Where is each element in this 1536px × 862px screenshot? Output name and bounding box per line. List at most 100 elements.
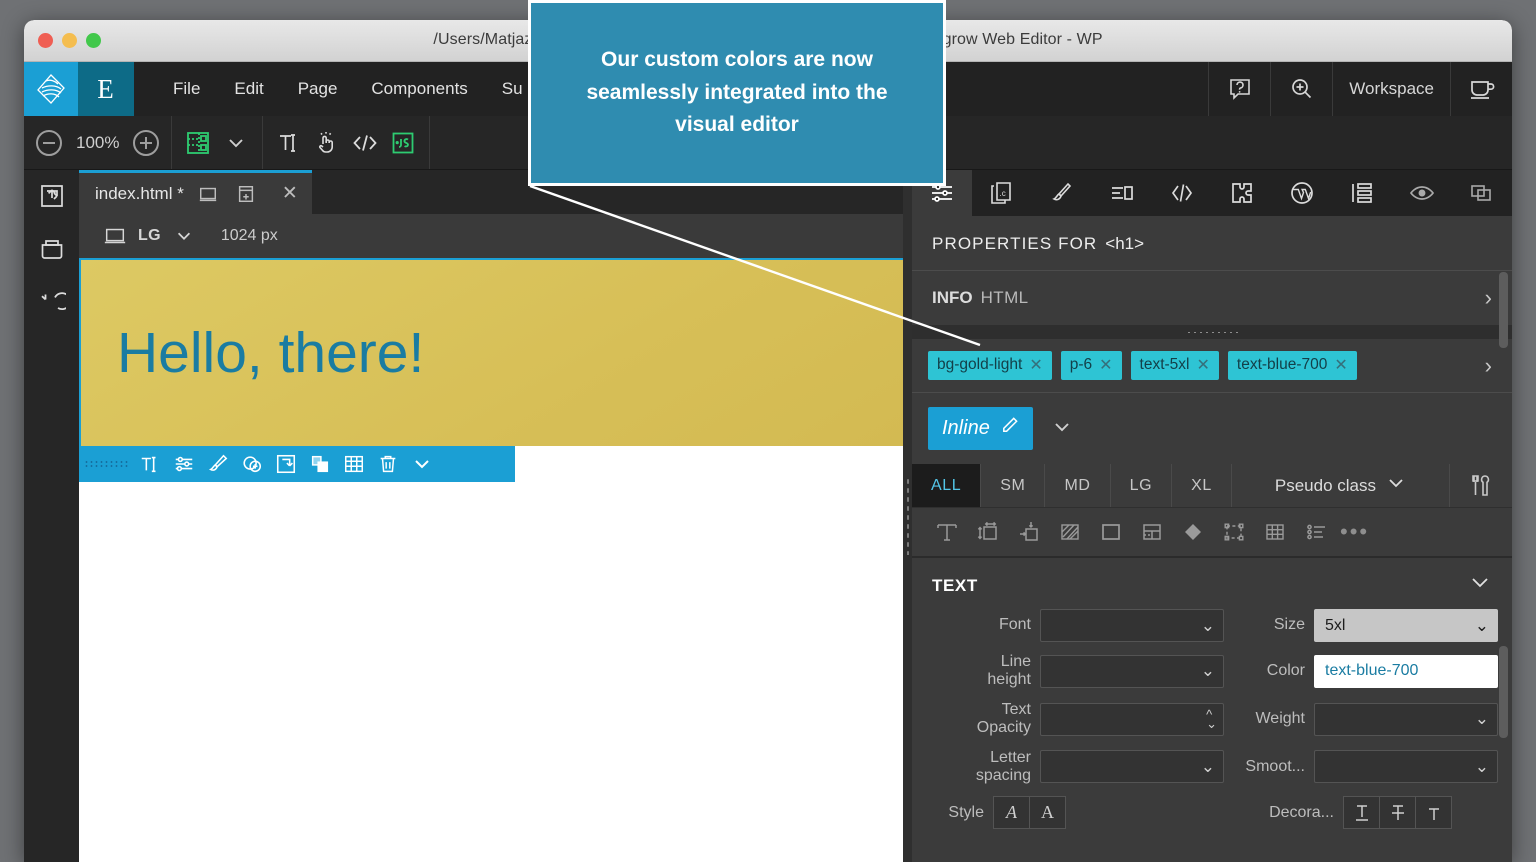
background-icon[interactable]	[1049, 516, 1090, 548]
inline-style-button[interactable]: Inline	[928, 407, 1033, 450]
paint-brush-icon[interactable]	[201, 446, 235, 482]
color-input[interactable]: text-blue-700	[1314, 654, 1498, 688]
letter-spacing-select[interactable]: ⌄	[1040, 750, 1224, 784]
grid-icon[interactable]	[1254, 516, 1295, 548]
tab-attributes[interactable]	[1092, 170, 1152, 216]
hand-tap-icon[interactable]	[313, 129, 341, 157]
size-select[interactable]: 5xl ⌄	[1314, 609, 1498, 642]
chevron-down-icon[interactable]	[1051, 418, 1073, 440]
tab-wordpress[interactable]	[1272, 170, 1332, 216]
bp-tab-md[interactable]: MD	[1045, 464, 1111, 507]
chevron-down-icon[interactable]	[1468, 574, 1492, 597]
pseudo-class-selector[interactable]: Pseudo class	[1232, 464, 1450, 507]
selected-h1-block[interactable]: Hello, there!	[79, 258, 912, 446]
drag-grip-icon[interactable]	[79, 446, 133, 482]
tab-visibility[interactable]	[1392, 170, 1452, 216]
chevron-down-icon[interactable]	[170, 222, 198, 250]
minus-circle-icon[interactable]	[36, 129, 62, 156]
tab-brush-style[interactable]	[1032, 170, 1092, 216]
normal-button[interactable]: A	[1029, 796, 1066, 830]
smoothing-select[interactable]: ⌄	[1314, 750, 1498, 784]
undo-arrow-icon[interactable]	[38, 290, 66, 318]
bp-tab-all[interactable]: ALL	[912, 464, 982, 507]
breakpoint-name[interactable]: LG	[138, 227, 161, 245]
font-select[interactable]: ⌄	[1040, 609, 1224, 642]
new-window-icon[interactable]	[232, 180, 260, 208]
chevron-down-icon[interactable]	[1386, 475, 1406, 496]
pencil-icon[interactable]	[1000, 416, 1019, 441]
menu-file[interactable]: File	[156, 62, 217, 116]
file-tab-index-html[interactable]: index.html * ✕	[79, 170, 312, 214]
bp-tab-sm[interactable]: SM	[981, 464, 1046, 507]
bp-tab-xl[interactable]: XL	[1172, 464, 1232, 507]
page-heading[interactable]: Hello, there!	[81, 324, 424, 382]
properties-scrollbar-bottom[interactable]	[1499, 646, 1508, 738]
list-icon[interactable]	[1295, 516, 1336, 548]
text-cursor-icon[interactable]	[275, 129, 303, 157]
close-icon[interactable]: ✕	[270, 182, 298, 205]
chevron-right-icon[interactable]: ›	[1485, 354, 1498, 377]
coffee-cup-icon[interactable]	[1450, 62, 1512, 116]
layout-icon[interactable]	[1131, 516, 1172, 548]
close-icon[interactable]: ✕	[1197, 355, 1210, 375]
overline-button[interactable]	[1415, 796, 1452, 830]
move-into-icon[interactable]	[269, 446, 303, 482]
chevron-right-icon[interactable]: ›	[1485, 287, 1492, 309]
stepper-arrows-icon[interactable]: ^ ⌄	[1206, 708, 1217, 731]
class-chip[interactable]: p-6 ✕	[1060, 351, 1122, 380]
border-icon[interactable]	[1090, 516, 1131, 548]
properties-sliders-icon[interactable]	[167, 446, 201, 482]
sizing-icon[interactable]	[967, 516, 1008, 548]
js-script-icon[interactable]	[389, 129, 417, 157]
section-drag-strip[interactable]	[912, 325, 1512, 339]
duplicate-icon[interactable]	[303, 446, 337, 482]
class-chip[interactable]: text-blue-700 ✕	[1227, 351, 1357, 380]
wrench-tools-icon[interactable]	[1450, 464, 1512, 507]
spacing-icon[interactable]	[1008, 516, 1049, 548]
grid-table-icon[interactable]	[337, 446, 371, 482]
transform-icon[interactable]	[1213, 516, 1254, 548]
code-brackets-icon[interactable]	[351, 129, 379, 157]
open-in-frame-icon[interactable]	[38, 182, 66, 210]
strikethrough-button[interactable]	[1379, 796, 1416, 830]
plus-circle-icon[interactable]	[133, 129, 160, 156]
info-row[interactable]: INFO HTML ›	[912, 271, 1512, 325]
more-dots-icon[interactable]: •••	[1336, 519, 1369, 545]
menu-edit[interactable]: Edit	[217, 62, 280, 116]
tab-plugins[interactable]	[1212, 170, 1272, 216]
close-icon[interactable]: ✕	[1099, 355, 1112, 375]
effects-icon[interactable]	[1172, 516, 1213, 548]
trash-icon[interactable]	[371, 446, 405, 482]
archive-box-icon[interactable]	[38, 236, 66, 264]
text-edit-icon[interactable]	[133, 446, 167, 482]
weight-select[interactable]: ⌄	[1314, 702, 1498, 736]
help-bubble-icon[interactable]	[1208, 62, 1270, 116]
underline-button[interactable]	[1343, 796, 1380, 830]
menu-components[interactable]: Components	[354, 62, 484, 116]
tab-css-file[interactable]: .c	[972, 170, 1032, 216]
text-section-header[interactable]: TEXT	[912, 558, 1512, 609]
responsive-frame-icon[interactable]	[184, 129, 212, 157]
close-icon[interactable]: ✕	[1334, 355, 1347, 375]
add-element-icon[interactable]	[235, 446, 269, 482]
italic-button[interactable]: A	[993, 796, 1030, 830]
workspace-button[interactable]: Workspace	[1332, 62, 1450, 116]
line-height-select[interactable]: ⌄	[1040, 654, 1224, 688]
tab-code[interactable]	[1152, 170, 1212, 216]
chevron-down-icon[interactable]	[222, 129, 250, 157]
page-canvas[interactable]: Hello, there!	[79, 258, 912, 862]
tab-page-structure[interactable]	[1332, 170, 1392, 216]
menu-page[interactable]: Page	[281, 62, 355, 116]
class-chip[interactable]: bg-gold-light ✕	[928, 351, 1052, 380]
close-icon[interactable]: ✕	[1029, 355, 1042, 375]
text-opacity-stepper[interactable]: ^ ⌄	[1040, 702, 1224, 736]
class-chip[interactable]: text-5xl ✕	[1130, 351, 1219, 380]
editor-mode-badge[interactable]: E	[78, 62, 134, 116]
tab-duplicate-panel[interactable]	[1452, 170, 1512, 216]
panel-resize-handle[interactable]	[903, 170, 912, 862]
properties-scrollbar-top[interactable]	[1499, 272, 1508, 348]
chevron-down-icon[interactable]	[405, 446, 439, 482]
browser-preview-icon[interactable]	[194, 180, 222, 208]
zoom-level[interactable]: 100%	[72, 133, 123, 153]
zoom-in-icon[interactable]	[1270, 62, 1332, 116]
